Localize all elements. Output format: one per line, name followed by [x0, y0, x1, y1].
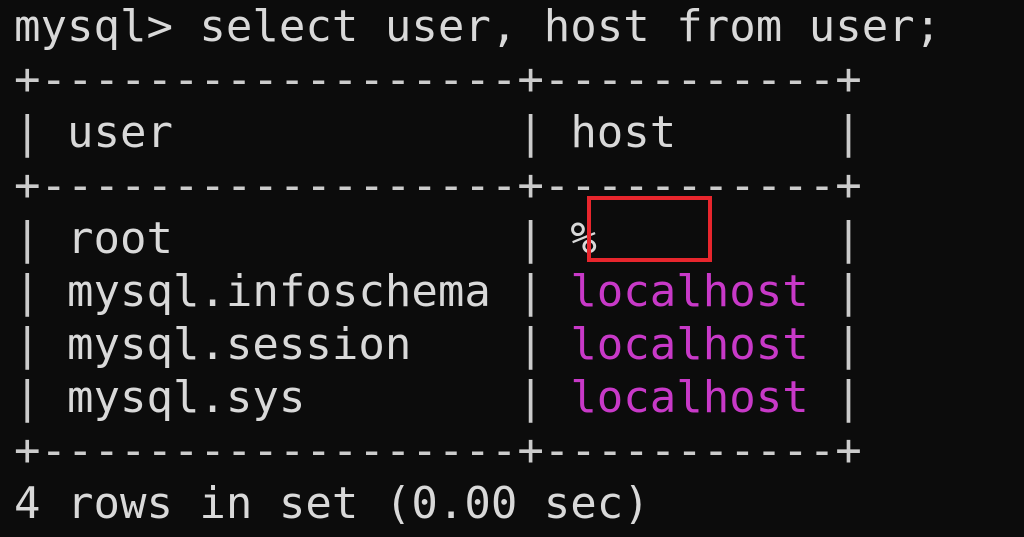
table-row: | mysql.session | localhost |: [14, 319, 862, 370]
row-user-cell: root: [66, 213, 173, 264]
row-user-cell: mysql.sys: [66, 372, 306, 423]
row-host-cell: localhost: [570, 266, 809, 317]
row-host-cell: localhost: [570, 372, 809, 423]
row-user-cell: mysql.infoschema: [66, 266, 491, 317]
result-summary: 4 rows in set (0.00 sec): [14, 478, 650, 529]
terminal-window[interactable]: mysql> select user, host from user; +---…: [0, 0, 1024, 537]
table-border-header: +------------------+-----------+: [14, 160, 862, 211]
command-line: mysql> select user, host from user;: [14, 1, 942, 52]
row-host-cell: %: [570, 213, 597, 264]
table-border-top: +------------------+-----------+: [14, 54, 862, 105]
table-row: | mysql.infoschema | localhost |: [14, 266, 862, 317]
table-border-bottom: +------------------+-----------+: [14, 425, 862, 476]
column-header-host: host: [570, 107, 677, 158]
table-row: | mysql.sys | localhost |: [14, 372, 862, 423]
column-header-user: user: [66, 107, 173, 158]
row-host-cell: localhost: [570, 319, 809, 370]
row-user-cell: mysql.session: [66, 319, 412, 370]
table-header-row: | user | host |: [14, 107, 862, 158]
table-row: | root | % |: [14, 213, 862, 264]
